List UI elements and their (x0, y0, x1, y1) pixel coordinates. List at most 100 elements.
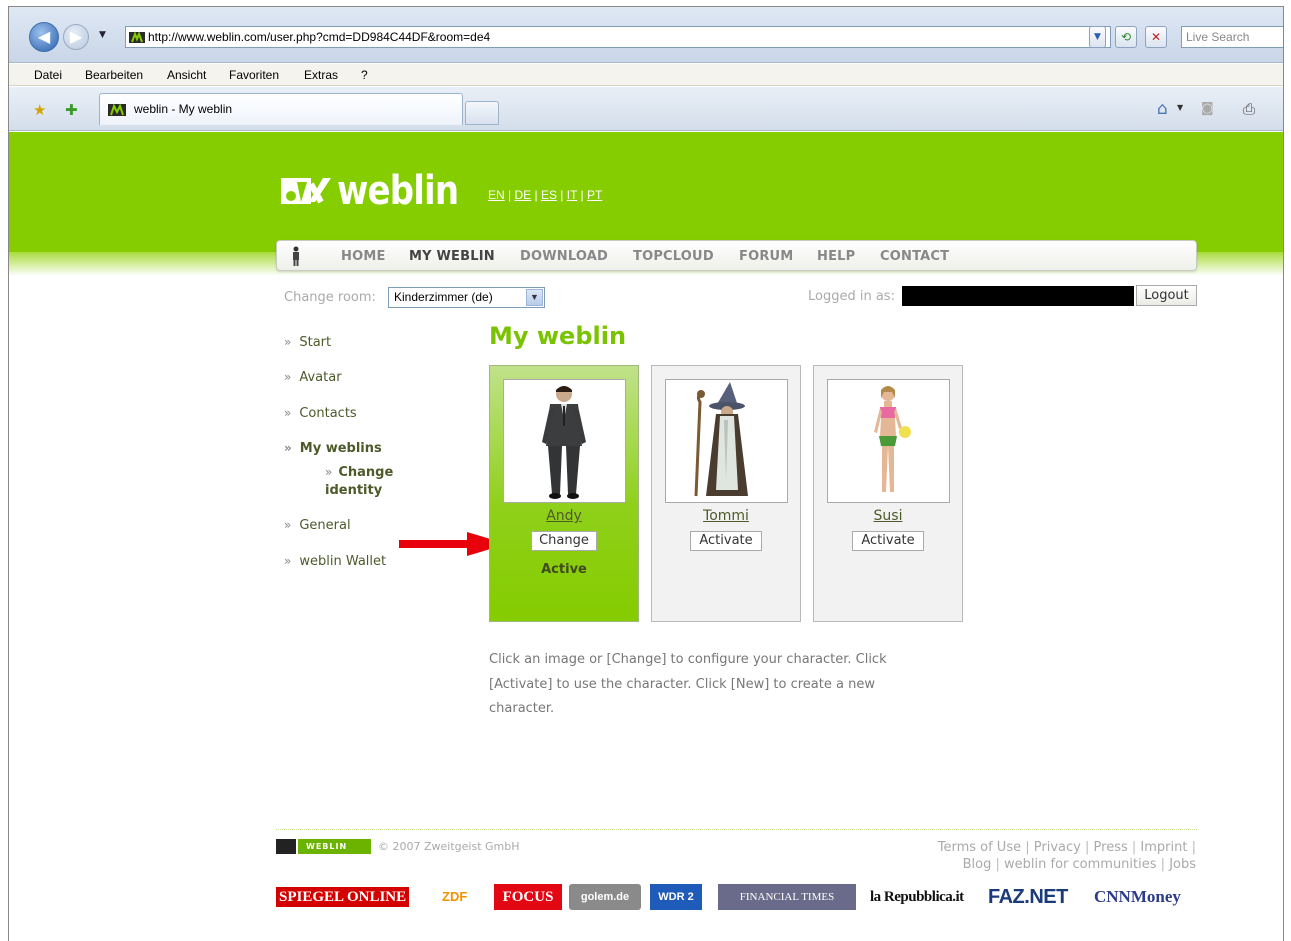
weblin-favicon-icon (108, 103, 126, 116)
url-dropdown-icon[interactable]: ▼ (1089, 26, 1106, 48)
menu-ansicht[interactable]: Ansicht (167, 68, 206, 82)
lang-en[interactable]: EN (488, 188, 505, 202)
change-button[interactable]: Change (531, 531, 597, 551)
partner-spiegel[interactable]: SPIEGEL ONLINE (276, 884, 422, 910)
logo-text: weblin (337, 168, 459, 214)
stop-icon[interactable]: ✕ (1145, 26, 1167, 48)
sidebar-item-label: weblin Wallet (299, 554, 387, 569)
sidebar-item-my-weblins[interactable]: » My weblins (284, 441, 382, 456)
character-image-andy[interactable] (503, 379, 626, 503)
partner-faz[interactable]: FAZ.NET (988, 884, 1078, 910)
search-input[interactable]: Live Search (1181, 26, 1283, 48)
tab-bar: ★ ✚ weblin - My weblin ⌂ ▼ ◙ ⎙ (9, 87, 1283, 131)
link-blog[interactable]: Blog (963, 857, 992, 872)
lang-es[interactable]: ES (541, 188, 557, 202)
partner-repubblica[interactable]: la Repubblica.it (870, 884, 980, 910)
link-privacy[interactable]: Privacy (1034, 840, 1081, 855)
character-card-tommi: Tommi Activate (651, 365, 801, 622)
footer-links: Terms of Use | Privacy | Press | Imprint… (937, 840, 1196, 872)
lang-de[interactable]: DE (514, 188, 531, 202)
sidebar-item-avatar[interactable]: » Avatar (284, 370, 342, 385)
home-dropdown-icon[interactable]: ▼ (1177, 103, 1183, 112)
link-jobs[interactable]: Jobs (1169, 857, 1196, 872)
sidebar-subitem-change-identity[interactable]: » Change identity (325, 463, 415, 500)
link-communities[interactable]: weblin for communities (1004, 857, 1156, 872)
menu-datei[interactable]: Datei (34, 68, 62, 82)
partner-golem[interactable]: golem.de (569, 884, 641, 910)
tab-title: weblin - My weblin (134, 102, 233, 116)
beach-girl-avatar-icon (874, 386, 911, 492)
url-field[interactable]: http://www.weblin.com/user.php?cmd=DD984… (125, 26, 1111, 48)
logged-in-label: Logged in as: (808, 289, 895, 304)
activate-button[interactable]: Activate (852, 531, 924, 551)
lang-it[interactable]: IT (567, 188, 577, 202)
footer-logo-label: WEBLIN (298, 839, 371, 854)
menu-bearbeiten[interactable]: Bearbeiten (85, 68, 143, 82)
character-name-tommi[interactable]: Tommi (652, 508, 800, 524)
character-name-andy[interactable]: Andy (490, 508, 638, 524)
avatar-figure-icon (293, 246, 299, 266)
partner-focus[interactable]: FOCUS (494, 884, 562, 910)
print-icon[interactable]: ⎙ (1243, 100, 1255, 118)
feeds-icon[interactable]: ◙ (1201, 101, 1214, 116)
link-press[interactable]: Press (1094, 840, 1128, 855)
activate-button[interactable]: Activate (690, 531, 762, 551)
partner-zdf[interactable]: ZDF (442, 884, 486, 910)
tab-weblin[interactable]: weblin - My weblin (99, 93, 463, 125)
change-room-label: Change room: (284, 290, 376, 305)
partner-spiegel-text: SPIEGEL ONLINE (276, 887, 410, 907)
room-select-value: Kinderzimmer (de) (394, 290, 493, 304)
redacted-username (902, 286, 1134, 306)
sidebar-item-general[interactable]: » General (284, 518, 351, 533)
active-status-label: Active (541, 562, 587, 577)
nav-home[interactable]: HOME (341, 249, 386, 264)
home-icon[interactable]: ⌂ (1157, 99, 1168, 119)
language-links: EN | DE | ES | IT | PT (488, 188, 603, 202)
lang-pt[interactable]: PT (587, 188, 602, 202)
nav-contact[interactable]: CONTACT (880, 249, 949, 264)
character-card-susi: Susi Activate (813, 365, 963, 622)
menu-help[interactable]: ? (361, 68, 368, 82)
web-page: weblin EN | DE | ES | IT | PT HOME MY WE… (9, 132, 1283, 941)
menu-extras[interactable]: Extras (304, 68, 338, 82)
favorites-star-icon[interactable]: ★ (33, 101, 46, 119)
sidebar-item-start[interactable]: » Start (284, 335, 331, 350)
weblin-favicon-icon (129, 31, 145, 43)
url-text: http://www.weblin.com/user.php?cmd=DD984… (148, 30, 491, 44)
partner-cnnmoney[interactable]: CNNMoney (1094, 884, 1198, 910)
weblin-logo-mark-icon (281, 178, 331, 204)
menu-bar: Datei Bearbeiten Ansicht Favoriten Extra… (9, 64, 1283, 86)
sidebar-item-label: Start (299, 335, 332, 350)
sidebar-item-label: General (299, 518, 351, 533)
nav-forum[interactable]: FORUM (739, 249, 793, 264)
add-favorite-icon[interactable]: ✚ (65, 101, 78, 119)
main-nav: HOME MY WEBLIN DOWNLOAD TOPCLOUD FORUM H… (276, 240, 1197, 271)
sidebar-item-contacts[interactable]: » Contacts (284, 406, 357, 421)
link-terms[interactable]: Terms of Use (938, 840, 1021, 855)
room-select[interactable]: Kinderzimmer (de) ▼ (388, 287, 545, 308)
nav-help[interactable]: HELP (817, 249, 855, 264)
menu-favoriten[interactable]: Favoriten (229, 68, 279, 82)
logout-button[interactable]: Logout (1136, 285, 1197, 306)
partner-wdr2[interactable]: WDR 2 (650, 884, 702, 910)
new-tab-button[interactable] (465, 101, 499, 125)
back-button[interactable]: ◀ (29, 22, 59, 52)
sidebar-item-label: Contacts (299, 406, 357, 421)
nav-download[interactable]: DOWNLOAD (520, 249, 608, 264)
forward-button[interactable]: ▶ (63, 24, 89, 50)
sidebar-item-label: Change identity (325, 465, 394, 498)
wizard-avatar-icon (694, 382, 748, 497)
character-name-susi[interactable]: Susi (814, 508, 962, 524)
nav-my-weblin[interactable]: MY WEBLIN (409, 249, 495, 264)
link-imprint[interactable]: Imprint (1140, 840, 1187, 855)
sidebar-item-weblin-wallet[interactable]: » weblin Wallet (284, 554, 386, 569)
chevron-down-icon[interactable]: ▼ (526, 289, 543, 306)
character-image-tommi[interactable] (665, 379, 788, 503)
character-image-susi[interactable] (827, 379, 950, 503)
footer-logo: WEBLIN (276, 839, 371, 854)
nav-topcloud[interactable]: TOPCLOUD (633, 249, 714, 264)
refresh-icon[interactable]: ⟲ (1115, 26, 1137, 48)
partner-financial-times[interactable]: FINANCIAL TIMES (718, 884, 856, 910)
address-bar-row: ◀ ▶ ▼ http://www.weblin.com/user.php?cmd… (9, 7, 1283, 63)
history-dropdown-icon[interactable]: ▼ (99, 30, 106, 40)
